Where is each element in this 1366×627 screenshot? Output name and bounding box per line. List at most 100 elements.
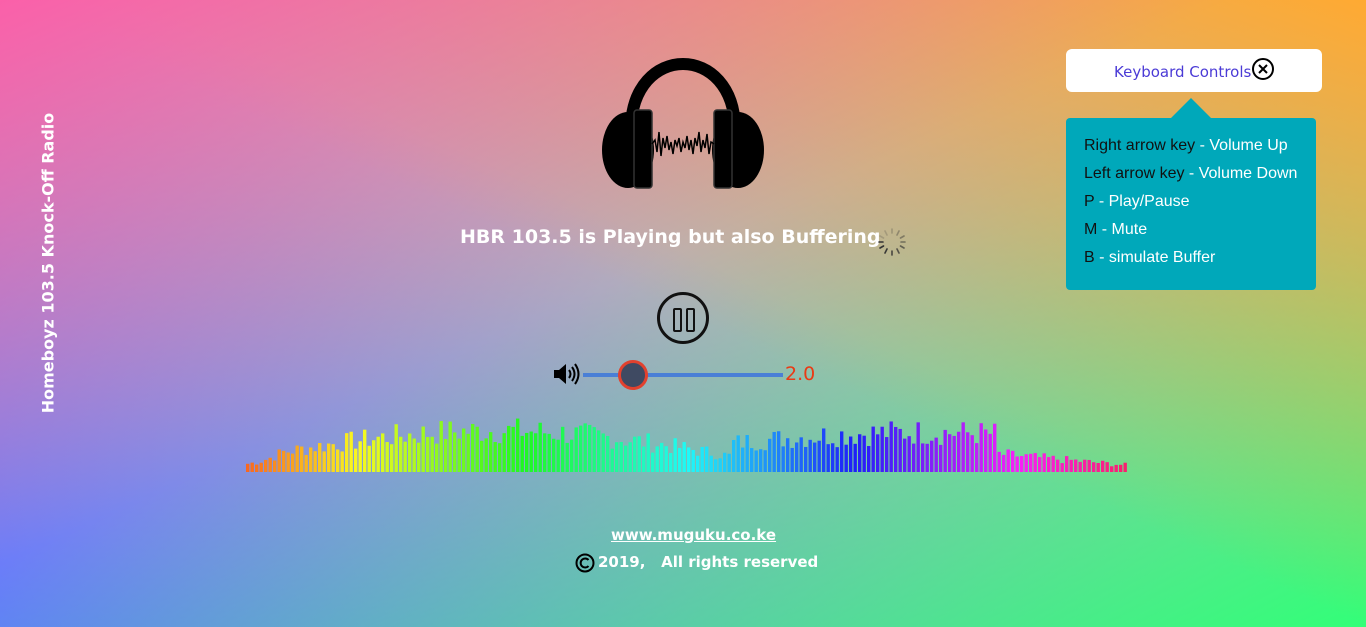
visualizer-bar — [628, 442, 632, 472]
keyboard-control-item: M - Mute — [1084, 220, 1316, 248]
visualizer-bar — [750, 448, 754, 472]
visualizer-bar — [543, 433, 547, 472]
visualizer-bar — [426, 437, 430, 472]
visualizer-bar — [1033, 453, 1037, 472]
visualizer-bar — [331, 444, 335, 472]
visualizer-bar — [430, 436, 434, 472]
visualizer-bar — [336, 449, 340, 472]
visualizer-bar — [1074, 459, 1078, 472]
visualizer-bar — [1051, 455, 1055, 472]
visualizer-bar — [1101, 460, 1105, 472]
visualizer-bar — [759, 449, 763, 472]
keyboard-control-item: Right arrow key - Volume Up — [1084, 136, 1316, 164]
visualizer-bar — [484, 438, 488, 472]
keyboard-control-item: Left arrow key - Volume Down — [1084, 164, 1316, 192]
shortcut-description: - Volume Down — [1184, 165, 1298, 182]
visualizer-bar — [822, 428, 826, 472]
visualizer-bar — [786, 438, 790, 472]
visualizer-bar — [1024, 454, 1028, 472]
visualizer-bar — [984, 429, 988, 472]
visualizer-bar — [723, 452, 727, 472]
copyright-text: 2019, All rights reserved — [598, 553, 819, 571]
visualizer-bar — [309, 447, 313, 472]
visualizer-bar — [385, 442, 389, 472]
visualizer-bar — [525, 432, 529, 472]
visualizer-bar — [763, 450, 767, 472]
visualizer-bar — [831, 443, 835, 472]
visualizer-bar — [988, 433, 992, 472]
visualizer-bar — [804, 446, 808, 472]
pause-icon-left-bar — [673, 308, 682, 332]
visualizer-bar — [480, 440, 484, 472]
keyboard-controls-panel: Right arrow key - Volume Up Left arrow k… — [1066, 118, 1316, 290]
shortcut-description: - simulate Buffer — [1094, 249, 1216, 266]
visualizer-bar — [939, 444, 943, 472]
visualizer-bar — [610, 448, 614, 472]
visualizer-bar — [1069, 459, 1073, 472]
visualizer-bar — [381, 433, 385, 472]
keyboard-control-item: P - Play/Pause — [1084, 192, 1316, 220]
visualizer-bar — [754, 450, 758, 472]
audio-visualizer — [246, 418, 1127, 472]
visualizer-bar — [835, 447, 839, 472]
visualizer-bar — [732, 439, 736, 472]
visualizer-bar — [934, 437, 938, 472]
volume-slider-track[interactable] — [583, 373, 783, 377]
visualizer-bar — [601, 433, 605, 472]
visualizer-bar — [903, 438, 907, 472]
visualizer-bar — [898, 428, 902, 472]
visualizer-bar — [651, 452, 655, 472]
visualizer-bar — [871, 426, 875, 472]
visualizer-bar — [466, 433, 470, 472]
visualizer-bar — [925, 443, 929, 472]
visualizer-bar — [250, 462, 254, 472]
visualizer-bar — [277, 449, 281, 472]
shortcut-key: P — [1084, 193, 1095, 210]
visualizer-bar — [498, 443, 502, 472]
visualizer-bar — [408, 433, 412, 472]
visualizer-bar — [664, 446, 668, 472]
volume-icon[interactable] — [552, 361, 580, 387]
keyboard-controls-button[interactable]: Keyboard Controls — [1066, 49, 1322, 92]
visualizer-bar — [1038, 457, 1042, 472]
visualizer-bar — [736, 435, 740, 472]
visualizer-bar — [1078, 461, 1082, 472]
volume-slider-thumb[interactable] — [618, 360, 648, 390]
visualizer-bar — [358, 441, 362, 472]
visualizer-bar — [660, 442, 664, 472]
shortcut-description: - Play/Pause — [1094, 193, 1190, 210]
visualizer-bar — [966, 432, 970, 472]
visualizer-bar — [714, 459, 718, 472]
visualizer-bar — [489, 432, 493, 472]
play-pause-button[interactable] — [657, 292, 709, 344]
close-circle-icon[interactable] — [1251, 57, 1275, 81]
visualizer-bar — [993, 423, 997, 472]
visualizer-bar — [889, 421, 893, 472]
visualizer-bar — [790, 447, 794, 472]
visualizer-bar — [588, 424, 592, 472]
visualizer-bar — [781, 446, 785, 472]
visualizer-bar — [619, 441, 623, 472]
visualizer-bar — [538, 422, 542, 472]
visualizer-bar — [475, 426, 479, 472]
visualizer-bar — [970, 435, 974, 472]
keyboard-controls-label: Keyboard Controls — [1114, 63, 1252, 81]
shortcut-description: - Mute — [1097, 221, 1148, 238]
volume-value: 2.0 — [785, 363, 816, 385]
visualizer-bar — [696, 455, 700, 472]
visualizer-bar — [295, 445, 299, 472]
website-link[interactable]: www.muguku.co.ke — [611, 526, 776, 544]
visualizer-bar — [808, 439, 812, 472]
visualizer-bar — [286, 452, 290, 472]
station-side-title: Homeboyz 103.5 Knock-Off Radio — [38, 112, 58, 414]
visualizer-bar — [313, 451, 317, 472]
visualizer-bar — [1092, 462, 1096, 472]
visualizer-bar — [615, 442, 619, 472]
visualizer-bar — [592, 427, 596, 472]
visualizer-bar — [772, 431, 776, 472]
visualizer-bar — [979, 423, 983, 472]
visualizer-bar — [718, 458, 722, 472]
visualizer-bar — [579, 425, 583, 472]
visualizer-bar — [642, 446, 646, 472]
visualizer-bar — [709, 455, 713, 472]
